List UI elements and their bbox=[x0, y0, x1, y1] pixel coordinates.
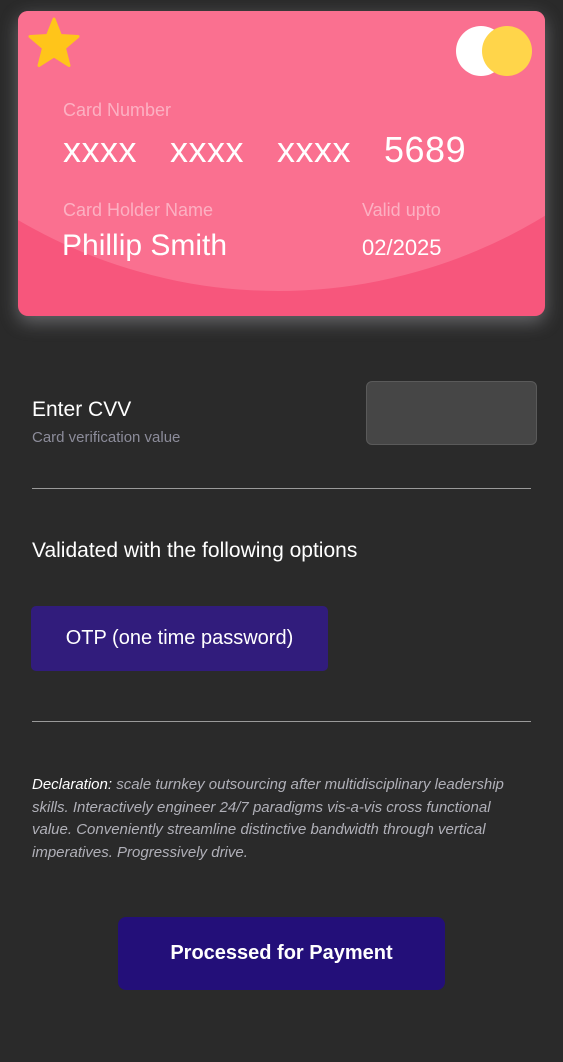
valid-upto-label: Valid upto bbox=[362, 200, 441, 220]
validation-heading: Validated with the following options bbox=[32, 539, 358, 562]
card-holder-name: Phillip Smith bbox=[62, 229, 228, 262]
cvv-input[interactable] bbox=[366, 381, 537, 445]
valid-upto-date: 02/2025 bbox=[362, 235, 442, 260]
cvv-sublabel: Card verification value bbox=[32, 429, 181, 446]
otp-button[interactable]: OTP (one time password) bbox=[31, 606, 328, 671]
card-number: xxxx xxxx xxxx 5689 bbox=[63, 129, 467, 170]
declaration-title: Declaration: bbox=[32, 776, 113, 793]
card-number-label: Card Number bbox=[63, 100, 172, 120]
credit-card: Card Number xxxx xxxx xxxx 5689 Card Hol… bbox=[18, 11, 545, 316]
process-payment-button[interactable]: Processed for Payment bbox=[118, 917, 445, 990]
card-holder-label: Card Holder Name bbox=[63, 200, 214, 220]
card-network-logo bbox=[456, 26, 534, 76]
cvv-label: Enter CVV bbox=[32, 398, 132, 421]
divider bbox=[32, 721, 531, 722]
star-icon[interactable] bbox=[27, 17, 81, 71]
declaration-text: Declaration: scale turnkey outsourcing a… bbox=[32, 774, 532, 864]
divider bbox=[32, 488, 531, 489]
